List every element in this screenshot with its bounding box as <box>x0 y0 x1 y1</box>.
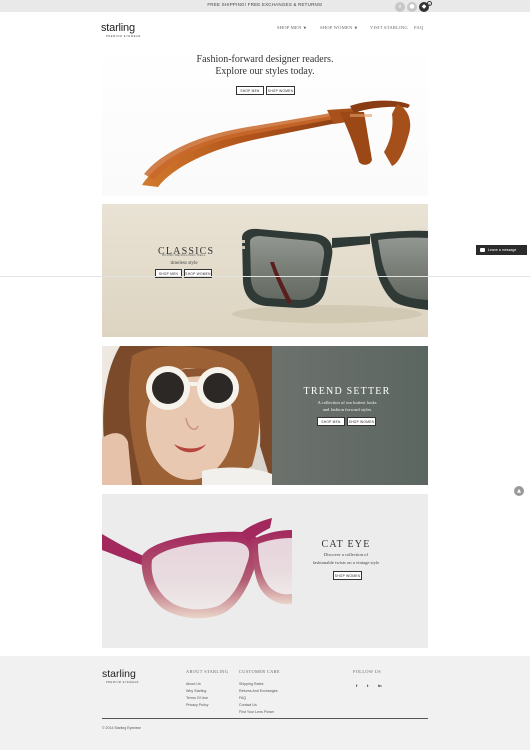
footer-link-faq[interactable]: FAQ <box>239 696 246 700</box>
model-photo <box>102 346 272 485</box>
footer-link-why-starling[interactable]: Why Starling <box>186 689 206 693</box>
footer-link-returns[interactable]: Returns And Exchanges <box>239 689 278 693</box>
nav-visit-starling[interactable]: VISIT STARLING <box>370 25 408 30</box>
footer-logo[interactable]: starling <box>102 668 136 680</box>
user-icon[interactable]: ● <box>407 2 417 12</box>
footer-link-shipping[interactable]: Shipping Rates <box>239 682 263 686</box>
classics-subtitle: ROUND REIMAGINED WELL <box>161 254 207 257</box>
copyright-text: © 2014 Starling Eyewear <box>102 726 141 730</box>
classics-shop-women-button[interactable]: SHOP WOMEN <box>184 269 212 278</box>
tortoise-glasses-image <box>142 100 411 187</box>
trend-setter-title: TREND SETTER <box>303 386 391 397</box>
brand-logo-tagline: PREMIUM EYEWEAR <box>106 35 141 38</box>
nav-shop-women[interactable]: SHOP WOMEN ▼ <box>320 25 357 30</box>
footer-link-terms[interactable]: Terms Of Use <box>186 696 208 700</box>
classic-glasses-image <box>232 228 428 323</box>
cat-eye-glasses-image <box>102 518 292 619</box>
twitter-icon[interactable]: t <box>367 683 368 688</box>
brand-logo[interactable]: starling <box>101 22 135 34</box>
footer-link-about-us[interactable]: About Us <box>186 682 201 686</box>
facebook-icon[interactable]: f <box>356 683 357 688</box>
linkedin-icon[interactable]: in <box>378 683 382 688</box>
nav-label: SHOP MEN <box>277 25 302 30</box>
trend-setter-desc-line2: and fashion forward styles <box>322 407 372 412</box>
nav-shop-men[interactable]: SHOP MEN ▼ <box>277 25 306 30</box>
chevron-down-icon: ▼ <box>354 26 358 30</box>
site-header: starling PREMIUM EYEWEAR SHOP MEN ▼ SHOP … <box>0 12 530 42</box>
cart-count-badge: 0 <box>427 1 432 6</box>
cat-eye-shop-women-button[interactable]: SHOP WOMEN <box>333 571 362 580</box>
footer-about-heading: ABOUT STARLING <box>186 669 229 674</box>
trend-setter-banner[interactable]: TREND SETTER A collection of our hottest… <box>102 346 428 485</box>
leave-message-button[interactable]: Leave a message <box>476 245 527 255</box>
cat-eye-desc-line2: fashionable twists on a vintage style <box>312 560 380 565</box>
classics-shop-men-button[interactable]: SHOP MEN <box>155 269 182 278</box>
hero-banner[interactable]: Fashion-forward designer readers. Explor… <box>102 42 428 196</box>
cat-eye-banner[interactable]: CAT EYE Discover a collection of fashion… <box>102 494 428 648</box>
trend-shop-women-button[interactable]: SHOP WOMEN <box>347 417 376 426</box>
footer-care-heading: CUSTOMER CARE <box>239 669 281 674</box>
chat-icon <box>480 248 485 252</box>
cat-eye-title: CAT EYE <box>321 539 371 550</box>
chevron-down-icon: ▼ <box>303 26 307 30</box>
site-footer: starling PREMIUM EYEWEAR ABOUT STARLING … <box>0 656 530 750</box>
classics-banner[interactable]: CLASSICS ROUND REIMAGINED WELL timeless … <box>102 204 428 337</box>
footer-logo-tagline: PREMIUM EYEWEAR <box>106 681 139 684</box>
trend-shop-men-button[interactable]: SHOP MEN <box>317 417 345 426</box>
promo-bar: FREE SHIPPING! FREE EXCHANGES & RETURNS!… <box>0 0 530 12</box>
cart-icon[interactable]: ◆ 0 <box>419 1 432 12</box>
nav-faq[interactable]: FAQ <box>414 25 423 30</box>
scroll-to-top-icon[interactable]: ▲ <box>514 486 524 496</box>
trend-setter-desc-line1: A collection of our hottest looks <box>317 400 377 405</box>
leave-message-label: Leave a message <box>488 248 517 252</box>
footer-link-privacy[interactable]: Privacy Policy <box>186 703 208 707</box>
cat-eye-description: Discover a collection of fashionable twi… <box>286 551 406 567</box>
cat-eye-desc-line1: Discover a collection of <box>323 552 368 557</box>
footer-divider <box>102 718 428 719</box>
nav-label: SHOP WOMEN <box>320 25 353 30</box>
divider <box>0 276 530 277</box>
search-icon[interactable]: ⌕ <box>395 2 405 12</box>
footer-link-contact[interactable]: Contact Us <box>239 703 257 707</box>
footer-follow-heading: FOLLOW US <box>353 669 381 674</box>
trend-setter-description: A collection of our hottest looks and fa… <box>292 399 402 413</box>
promo-text: FREE SHIPPING! FREE EXCHANGES & RETURNS! <box>207 2 323 7</box>
footer-link-lens-power[interactable]: Find Your Lens Power <box>239 710 274 714</box>
classics-tagline: timeless style <box>170 261 198 266</box>
